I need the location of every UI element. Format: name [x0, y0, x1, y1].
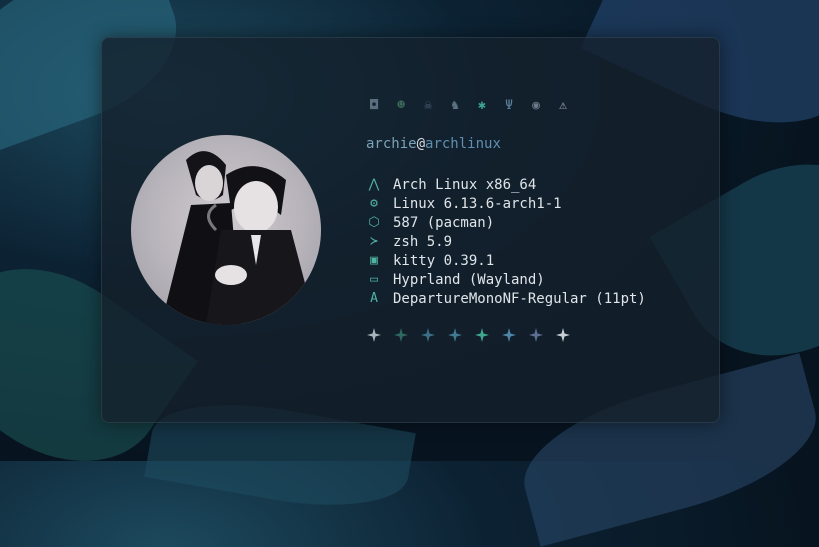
- smiley-icon: ☻: [397, 98, 405, 113]
- font-icon: A: [370, 290, 378, 306]
- color-star-icon: [447, 327, 463, 343]
- alien-icon: ◉: [532, 98, 540, 113]
- shell-prompt-icon: ≻: [370, 233, 378, 249]
- info-row-shell: ≻ zsh 5.9: [366, 232, 646, 251]
- gear-icon: ⚙: [370, 195, 378, 211]
- window-icon: ▭: [370, 271, 378, 287]
- header-icon-row: ◘ ☻ ☠ ♞ ✱ Ψ ◉ ⚠: [366, 98, 571, 114]
- trident-icon: Ψ: [505, 98, 513, 113]
- fastfetch-window[interactable]: ◘ ☻ ☠ ♞ ✱ Ψ ◉ ⚠ archie@archlinux ⋀ Arch Linux x…: [101, 37, 720, 423]
- info-row-packages: ⬡ 587 (pacman): [366, 213, 646, 232]
- info-row-kernel: ⚙ Linux 6.13.6-arch1-1: [366, 194, 646, 213]
- info-row-os: ⋀ Arch Linux x86_64: [366, 175, 646, 194]
- avatar: [131, 135, 321, 325]
- color-star-icon: [474, 327, 490, 343]
- color-star-icon: [501, 327, 517, 343]
- warning-icon: ⚠: [559, 98, 567, 113]
- color-star-icon: [393, 327, 409, 343]
- color-star-icon: [366, 327, 382, 343]
- color-star-icon: [420, 327, 436, 343]
- arch-icon: ⋀: [368, 176, 380, 192]
- skull-icon: ☠: [424, 98, 432, 113]
- at-sign: @: [416, 136, 426, 152]
- kernel-value: Linux 6.13.6-arch1-1: [393, 195, 562, 212]
- terminal-value: kitty 0.39.1: [393, 252, 495, 269]
- system-info-list: ⋀ Arch Linux x86_64 ⚙ Linux 6.13.6-arch1…: [366, 175, 646, 308]
- user-host-title: archie@archlinux: [366, 136, 501, 152]
- hostname: archlinux: [425, 136, 501, 152]
- terminal-icon: ▣: [370, 252, 378, 268]
- color-star-icon: [555, 327, 571, 343]
- username: archie: [366, 136, 417, 152]
- info-row-font: A DepartureMonoNF-Regular (11pt): [366, 289, 646, 308]
- color-stars-row: [366, 327, 571, 343]
- package-icon: ⬡: [368, 214, 380, 230]
- wm-value: Hyprland (Wayland): [393, 271, 545, 288]
- color-star-icon: [528, 327, 544, 343]
- ghost-icon: ◘: [370, 98, 378, 113]
- bug-icon: ✱: [478, 98, 486, 113]
- rabbit-icon: ♞: [451, 98, 459, 113]
- shell-value: zsh 5.9: [393, 233, 453, 250]
- info-row-wm: ▭ Hyprland (Wayland): [366, 270, 646, 289]
- info-row-terminal: ▣ kitty 0.39.1: [366, 251, 646, 270]
- packages-value: 587 (pacman): [393, 214, 495, 231]
- font-value: DepartureMonoNF-Regular (11pt): [393, 290, 646, 307]
- os-value: Arch Linux x86_64: [393, 176, 537, 193]
